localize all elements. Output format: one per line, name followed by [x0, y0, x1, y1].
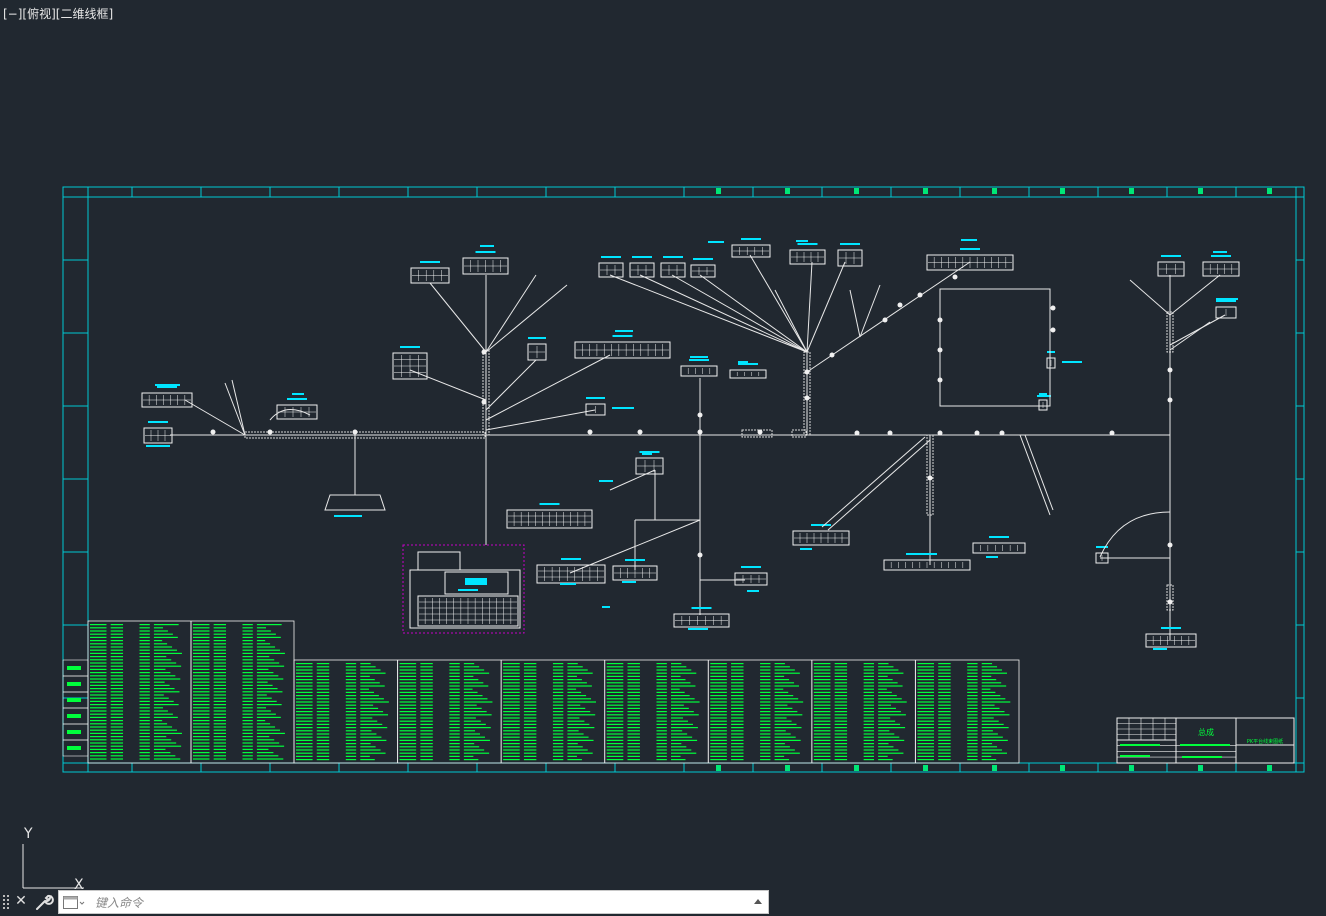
zone-ticks	[63, 187, 1304, 772]
title-block-title: 总成	[1198, 727, 1214, 737]
command-line-bar: ✕	[0, 888, 770, 915]
ucs-icon: Y X	[22, 826, 84, 890]
close-icon[interactable]: ✕	[13, 892, 29, 910]
chevron-up-icon[interactable]	[752, 895, 764, 909]
harness-trunks	[170, 310, 1171, 640]
outer-frame	[62, 186, 1305, 773]
cad-drawing-canvas[interactable]: 总成 PK平台线束图纸	[0, 0, 1326, 880]
ucs-y-label: Y	[23, 826, 33, 842]
wrench-icon[interactable]	[34, 892, 54, 912]
harness-shields	[244, 311, 1174, 611]
terminal-icon[interactable]	[63, 896, 85, 910]
grip-icon[interactable]	[2, 894, 10, 910]
inner-frame	[87, 196, 1297, 764]
connector-symbols[interactable]	[141, 244, 1240, 648]
harness-branches	[184, 254, 1226, 574]
drawing-border	[62, 186, 1305, 773]
connector-labels	[146, 238, 1238, 650]
title-block: 总成 PK平台线束图纸	[1116, 717, 1295, 764]
special-shapes	[269, 288, 1171, 559]
command-input-box[interactable]	[58, 890, 769, 914]
zone-marks	[716, 188, 1272, 771]
command-input[interactable]	[93, 892, 737, 914]
title-block-drawing-name: PK平台线束图纸	[1247, 738, 1283, 745]
bill-of-materials-tables	[62, 620, 1020, 764]
